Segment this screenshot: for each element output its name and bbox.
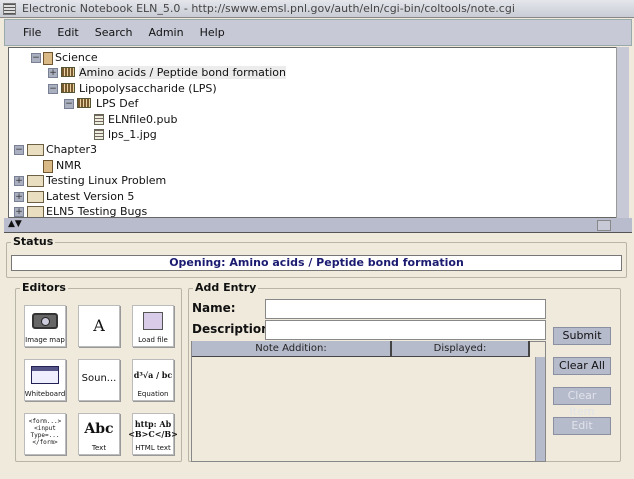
clear-item-button[interactable]: Clear Item [553,387,611,418]
tree-node-label[interactable]: Latest Version 5 [46,190,134,203]
window-menu-icon[interactable] [3,3,16,15]
tree-node[interactable]: − Science [9,51,609,66]
text-label: Text [91,444,107,452]
tree-node-label[interactable]: lps_1.jpg [108,128,157,141]
menu-edit[interactable]: Edit [49,26,86,39]
file-icon [94,113,104,125]
text-a-icon: A [93,315,105,335]
column-note-addition[interactable]: Note Addition: [192,341,392,357]
note-icon [61,82,75,93]
folder-icon [27,206,44,217]
menu-help[interactable]: Help [192,26,233,39]
form-label: <form...> <input Type=... </form> [28,418,62,446]
expand-handle-icon[interactable]: + [14,176,24,187]
file-icon [94,129,104,140]
tree-node[interactable]: + Latest Version 5 [9,190,609,205]
text-icon: Abc [84,421,114,437]
tree-node-label[interactable]: Lipopolysaccharide (LPS) [79,82,217,95]
name-input[interactable] [265,299,546,319]
name-label: Name: [192,301,236,315]
tree-node-label[interactable]: LPS Def [96,97,138,110]
equation-tool-button[interactable]: d³√a / bc Equation [132,359,174,401]
edit-button[interactable]: Edit [553,417,611,435]
whiteboard-tool-button[interactable]: Whiteboard [24,359,66,401]
load-file-icon [143,306,163,336]
tree-node-label[interactable]: Chapter3 [46,143,97,156]
note-icon [61,67,75,78]
whiteboard-label: Whiteboard [24,390,66,398]
tree-node-label[interactable]: Testing Linux Problem [46,174,166,187]
description-input[interactable] [265,320,546,340]
tree-node[interactable]: + Amino acids / Peptide bond formation [9,66,609,81]
whiteboard-icon [31,360,59,390]
description-label: Description: [192,322,275,336]
html-text-label: HTML text [135,444,171,452]
column-displayed[interactable]: Displayed: [392,341,530,357]
collapse-arrows-icon[interactable]: ▲▼ [8,219,22,229]
tree-node-label[interactable]: Amino acids / Peptide bond formation [79,66,286,80]
entries-table [191,341,546,462]
tree-node-label[interactable]: ELNfile0.pub [108,113,178,126]
split-pane-divider[interactable]: ▲▼ [4,218,632,233]
collapse-handle-icon[interactable]: − [64,99,74,110]
equation-icon: d³√a / bc [133,370,173,380]
tree-node-label[interactable]: ELN5 Testing Bugs [46,205,147,217]
sound-tool-button[interactable]: Soun... [78,359,120,401]
image-map-icon [32,306,58,336]
image-map-label: Image map [25,336,65,344]
text-tool-button[interactable]: Abc Text [78,413,120,455]
notebook-tree: − Science + Amino acids / Peptide bond form… [8,47,629,218]
tree-node[interactable]: − Lipopolysaccharide (LPS) [9,82,609,97]
title-bar: Electronic Notebook ELN_5.0 - http://sww… [0,0,634,18]
menu-file[interactable]: File [15,26,49,39]
expand-handle-icon[interactable]: + [14,207,24,217]
sound-label: Soun... [81,373,117,384]
menu-search[interactable]: Search [87,26,141,39]
image-map-tool-button[interactable]: Image map [24,305,66,347]
window-title: Electronic Notebook ELN_5.0 - http://sww… [22,2,515,15]
tree-node[interactable]: + Testing Linux Problem [9,174,609,189]
html-text-icon: http: Ab <B>C</B> [128,419,178,439]
tree-node[interactable]: ELNfile0.pub [9,113,609,128]
collapse-handle-icon[interactable]: − [31,53,41,63]
html-text-tool-button[interactable]: http: Ab <B>C</B> HTML text [128,413,178,455]
folder-icon [27,175,44,188]
collapse-handle-icon[interactable]: − [14,145,24,156]
editors-label: Editors [20,281,68,294]
menu-admin[interactable]: Admin [141,26,192,39]
form-tool-button[interactable]: <form...> <input Type=... </form> [24,413,66,455]
load-file-tool-button[interactable]: Load file [132,305,174,347]
tree-scrollbar[interactable] [616,47,629,218]
note-icon [77,98,91,109]
equation-label: Equation [137,390,169,398]
folder-icon [27,190,44,203]
expand-handle-icon[interactable]: + [14,191,24,202]
tree-node[interactable]: NMR [9,159,609,174]
doc-icon [43,52,53,65]
clear-all-button[interactable]: Clear All [553,357,611,375]
expand-handle-icon[interactable]: + [48,68,58,79]
load-file-label: Load file [138,336,168,344]
menu-bar: File Edit Search Admin Help [4,19,632,46]
submit-button[interactable]: Submit [553,327,611,345]
tree-node-label[interactable]: NMR [56,159,81,172]
add-entry-label: Add Entry [193,281,259,294]
tree-node-label[interactable]: Science [55,51,98,64]
tree-node[interactable]: − LPS Def [9,97,609,112]
status-message: Opening: Amino acids / Peptide bond form… [11,255,622,271]
status-label: Status [11,235,56,248]
collapse-handle-icon[interactable]: − [48,83,58,94]
tree-node[interactable]: + ELN5 Testing Bugs [9,205,609,217]
tree-node[interactable]: lps_1.jpg [9,128,609,143]
tree-node[interactable]: − Chapter3 [9,143,609,158]
splitter-handle[interactable] [597,220,611,231]
text-a-tool-button[interactable]: A [78,305,120,347]
folder-icon [27,144,44,157]
table-scrollbar[interactable] [535,357,545,461]
doc-icon [43,159,53,173]
